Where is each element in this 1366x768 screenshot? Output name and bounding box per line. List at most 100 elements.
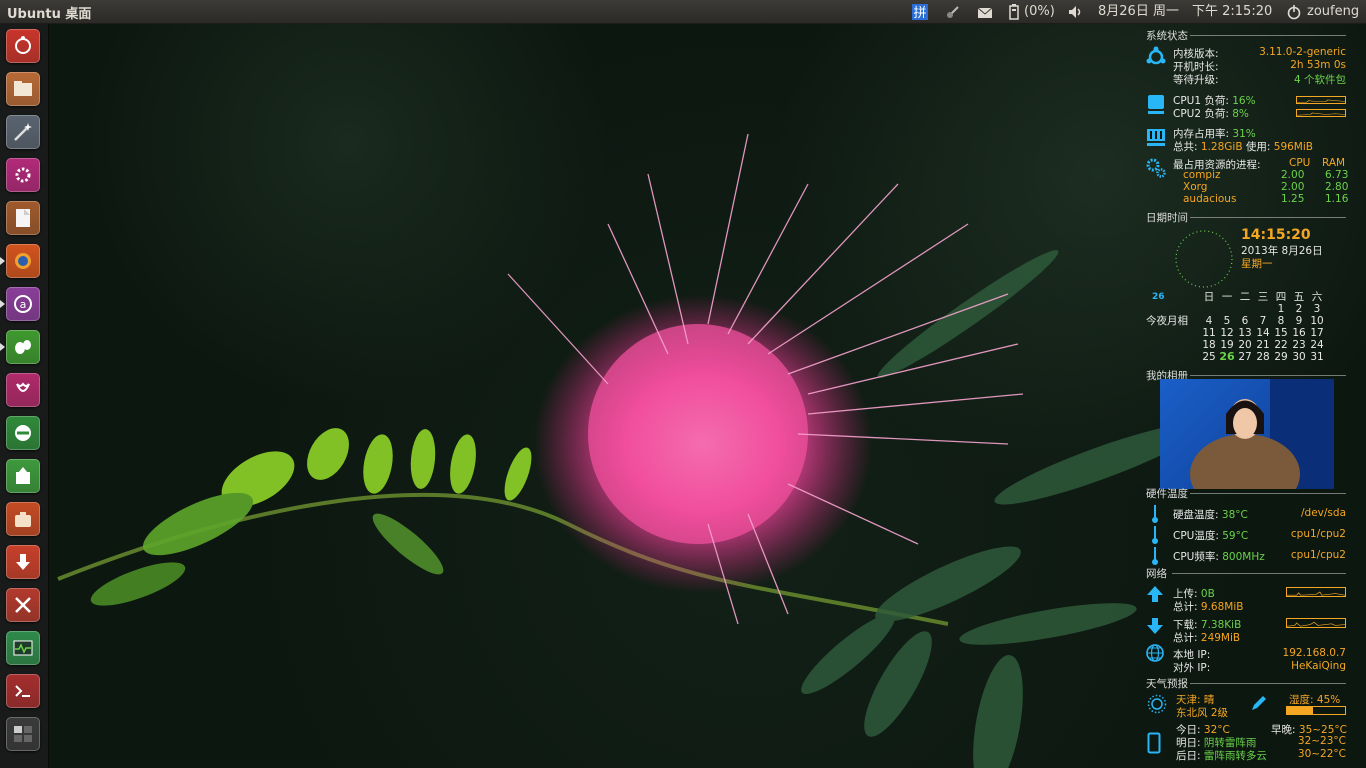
launcher-firefox[interactable]: [6, 244, 40, 278]
launcher-no-entry[interactable]: [6, 416, 40, 450]
launcher-update[interactable]: [6, 459, 40, 493]
battery-icon[interactable]: [1008, 3, 1020, 21]
humidity-label: 湿度:: [1289, 694, 1314, 706]
launcher-dash-home[interactable]: [6, 29, 40, 63]
launcher: a: [0, 24, 49, 768]
files-icon: [14, 81, 32, 96]
calendar-day: 26: [1219, 350, 1235, 363]
datetime-header: 日期时间: [1146, 212, 1188, 224]
system-monitor-icon: [13, 640, 33, 656]
cpu2-graph: [1296, 109, 1346, 117]
launcher-system-settings[interactable]: [6, 158, 40, 192]
terminal-icon: [15, 685, 30, 697]
calendar-day: 22: [1274, 339, 1288, 351]
briefcase-icon: [15, 512, 31, 527]
launcher-tools[interactable]: [6, 588, 40, 622]
cpu1-graph: [1296, 96, 1346, 104]
used-label: 使用:: [1245, 141, 1271, 153]
launcher-files[interactable]: [6, 72, 40, 106]
workspace-icon: [14, 726, 32, 742]
month-calendar: 日一二三四五六 1 2 3 4 5 6 7 8 9 10 11 12 13 14 15 16 17 18 19 20 21…: [1200, 291, 1326, 363]
calendar-day: 6: [1241, 315, 1249, 327]
launcher-system-monitor[interactable]: [6, 631, 40, 665]
uptime-value: 2h 53m 0s: [1290, 59, 1346, 71]
process-name: Xorg: [1183, 181, 1208, 193]
digital-clock: 14:15:20: [1241, 227, 1311, 243]
tools-icon: [15, 597, 31, 613]
cpu-freq-label: CPU频率:: [1173, 551, 1219, 563]
total-value: 1.28GiB: [1200, 141, 1243, 153]
battery-percent[interactable]: (0%): [1024, 3, 1055, 21]
pencil-icon: [1250, 694, 1268, 715]
firefox-icon: [15, 253, 31, 269]
mail-icon[interactable]: [977, 3, 993, 21]
input-method-icon[interactable]: 拼: [911, 3, 929, 21]
magic-wand-icon: [14, 123, 32, 141]
phone-icon: [1147, 732, 1161, 757]
calendar-day: 4: [1205, 315, 1213, 327]
used-value: 596MiB: [1273, 141, 1313, 153]
download-total-label: 总计:: [1173, 632, 1198, 644]
calendar-day: 30: [1292, 351, 1306, 363]
cpu-temp-device: cpu1/cpu2: [1290, 528, 1346, 540]
calendar-day: 21: [1256, 339, 1270, 351]
weekday-label: 二: [1239, 291, 1251, 303]
memory-icon: [1146, 126, 1166, 151]
after-value: 雷阵雨转多云: [1203, 750, 1267, 762]
kernel-value: 3.11.0-2-generic: [1259, 46, 1346, 58]
calendar-week: 123: [1200, 303, 1326, 315]
panel-date[interactable]: 8月26日 周一: [1098, 3, 1179, 21]
power-icon[interactable]: [1286, 3, 1302, 21]
svg-text:拼: 拼: [913, 6, 926, 21]
globe-icon: [1145, 643, 1165, 666]
calendar-weekdays: 日一二三四五六: [1200, 291, 1326, 303]
panel-clock[interactable]: 下午 2:15:20: [1192, 3, 1272, 21]
process-cpu: 2.00: [1281, 169, 1305, 181]
process-cpu: 2.00: [1281, 181, 1305, 193]
top-panel: Ubuntu 桌面 拼 (0%) 8月26日 周一 下午 2:15:20 zou…: [0, 0, 1366, 24]
disk-temp-value: 38°C: [1221, 509, 1248, 521]
calendar-weekday: 星期一: [1241, 258, 1273, 270]
launcher-briefcase[interactable]: [6, 502, 40, 536]
launcher-terminal[interactable]: [6, 674, 40, 708]
running-indicator: [0, 343, 5, 351]
cpu-freq-value: 800MHz: [1222, 551, 1265, 563]
launcher-magic-wand[interactable]: [6, 115, 40, 149]
launcher-download[interactable]: [6, 545, 40, 579]
calendar-day: 2: [1295, 303, 1303, 315]
calendar-day: 23: [1292, 339, 1306, 351]
cpu2-value: 8%: [1232, 108, 1249, 120]
process-ram: 6.73: [1325, 169, 1349, 181]
calendar-day: 24: [1310, 339, 1324, 351]
updates-label: 等待升级:: [1173, 74, 1219, 86]
top-ram-header: RAM: [1322, 157, 1346, 169]
launcher-libreoffice[interactable]: [6, 201, 40, 235]
upload-total-value: 9.68MiB: [1200, 601, 1244, 613]
calendar-day: 11: [1202, 327, 1216, 339]
tomorrow-range: 32~23°C: [1297, 735, 1346, 747]
launcher-workspace[interactable]: [6, 717, 40, 751]
total-label: 总共:: [1173, 141, 1198, 153]
volume-icon[interactable]: [1067, 3, 1085, 21]
launcher-app-center[interactable]: a: [6, 287, 40, 321]
weather-header: 天气预报: [1146, 678, 1188, 690]
launcher-pidgin[interactable]: [6, 330, 40, 364]
thermometer-icon: [1150, 504, 1160, 527]
user-name[interactable]: zoufeng: [1307, 3, 1359, 21]
moon-phase-day: 26: [1152, 292, 1165, 302]
calendar-day: 17: [1310, 327, 1324, 339]
top-cpu-header: CPU: [1289, 157, 1311, 169]
cpu-freq-device: cpu1/cpu2: [1290, 549, 1346, 561]
no-entry-icon: [15, 425, 31, 441]
tulip-icon: [16, 382, 30, 392]
svg-text:a: a: [20, 298, 27, 311]
weekday-label: 五: [1293, 291, 1305, 303]
humidity-bar: [1286, 706, 1346, 715]
update-icon: [16, 467, 30, 484]
network-disconnected-icon[interactable]: [945, 3, 961, 21]
calendar-week: 11 12 13 14 15 16 17: [1200, 327, 1326, 339]
launcher-tulip[interactable]: [6, 373, 40, 407]
running-indicator: [0, 257, 5, 265]
calendar-day: 27: [1238, 351, 1252, 363]
download-arrow-icon: [1146, 617, 1164, 638]
